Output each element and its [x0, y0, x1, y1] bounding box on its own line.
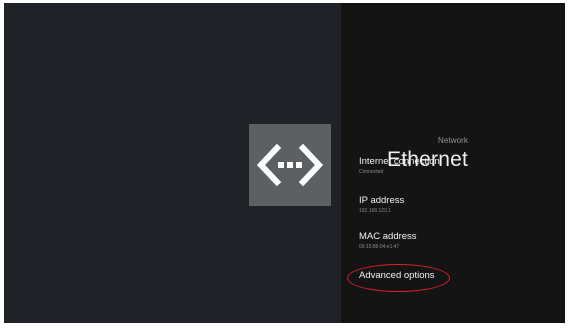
ip-address-label: IP address — [359, 195, 405, 206]
mac-address-label: MAC address — [359, 231, 417, 242]
breadcrumb: Network — [437, 136, 468, 145]
ip-address-value: 192.168.123.1 — [359, 208, 391, 214]
tv-screen: Network Ethernet Internet connection Con… — [4, 3, 565, 323]
internet-connection-item[interactable]: Internet connection Connected — [359, 156, 549, 176]
internet-connection-value: Connected — [359, 169, 384, 175]
internet-connection-label: Internet connection — [359, 156, 440, 167]
ip-address-item[interactable]: IP address 192.168.123.1 — [359, 195, 549, 215]
highlight-annotation — [347, 264, 450, 292]
mac-address-item[interactable]: MAC address 00:15:86:04:e1:47 — [359, 231, 549, 251]
ethernet-icon — [249, 124, 331, 206]
mac-address-value: 00:15:86:04:e1:47 — [359, 244, 400, 250]
